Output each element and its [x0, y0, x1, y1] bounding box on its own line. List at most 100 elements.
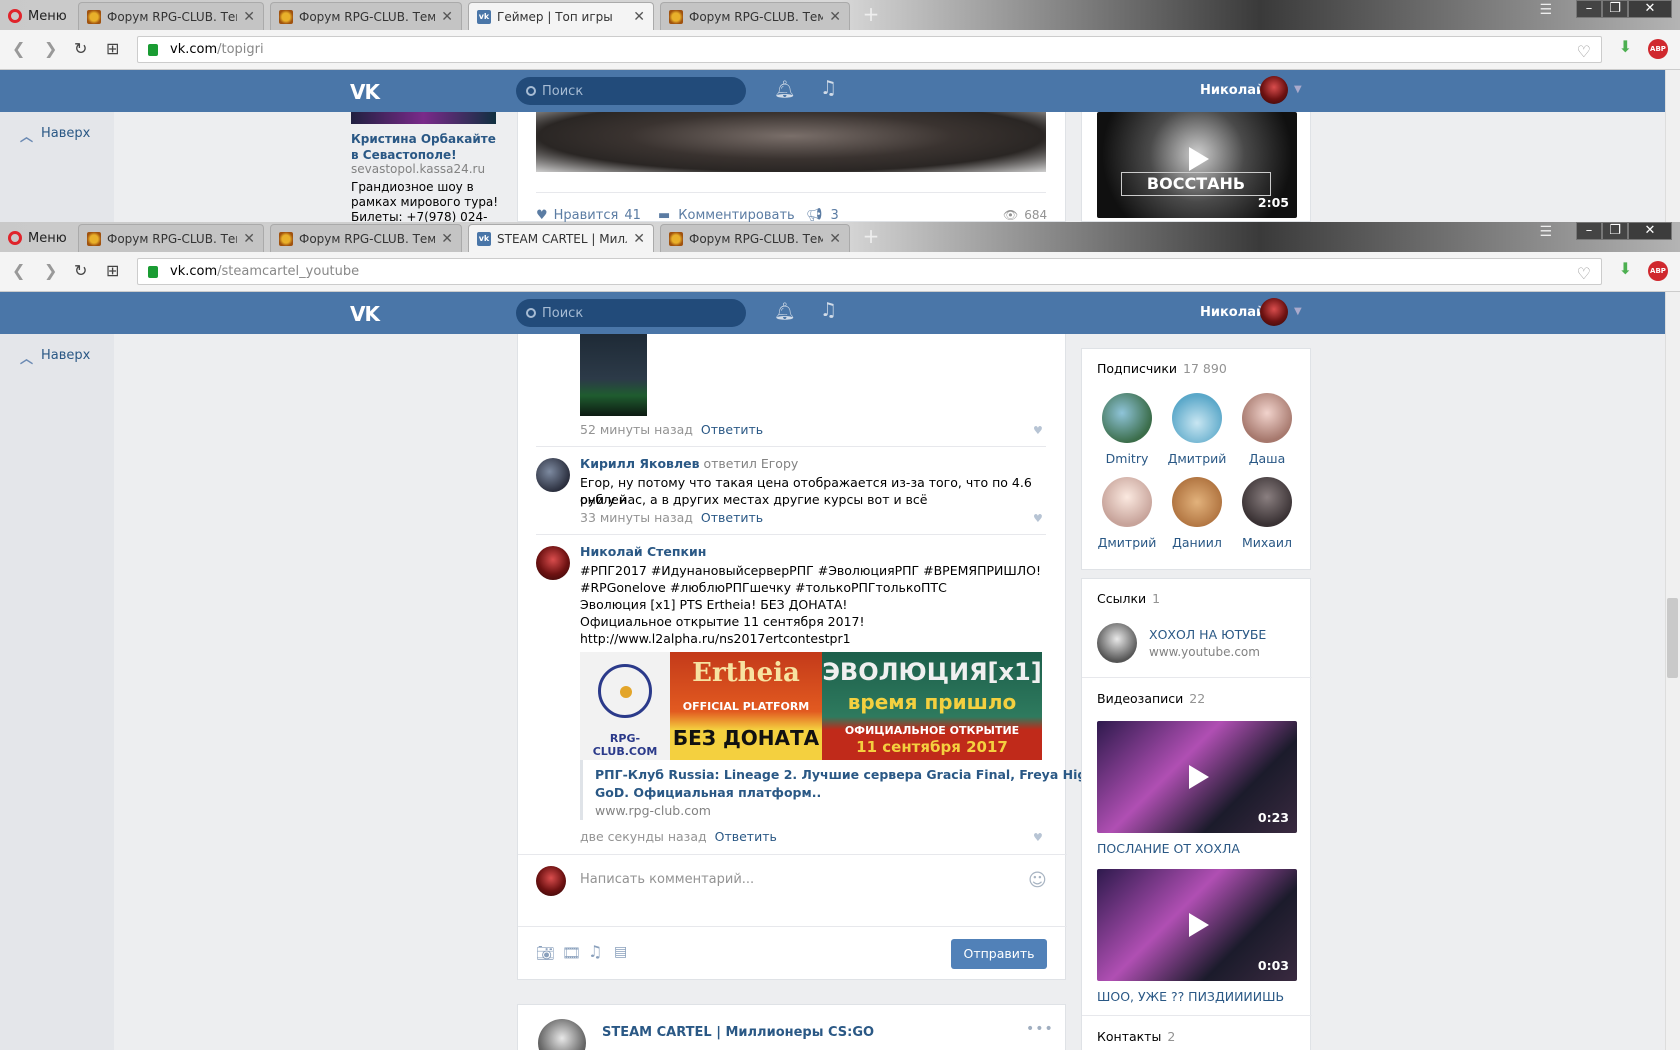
adblock-icon[interactable]: ABP	[1648, 39, 1668, 59]
tab[interactable]: Форум RPG-CLUB. Тема: З ✕	[270, 2, 462, 30]
comment-button[interactable]: ▬ Комментировать	[658, 208, 795, 222]
forward-icon[interactable]: ❯	[44, 39, 57, 58]
new-tab-button[interactable]: +	[860, 226, 882, 248]
link-snippet-domain[interactable]: www.rpg-club.com	[595, 803, 711, 818]
contacts-header[interactable]: Контакты 2	[1097, 1029, 1175, 1044]
close-window-icon[interactable]: ✕	[1628, 222, 1672, 240]
document-icon[interactable]: ▤	[614, 944, 627, 960]
back-icon[interactable]: ❮	[12, 39, 25, 58]
reply-link[interactable]: Ответить	[701, 422, 763, 437]
subscriber-name[interactable]: Даниил	[1162, 535, 1232, 550]
subscriber-avatar[interactable]	[1242, 477, 1292, 527]
vk-logo[interactable]: VK	[350, 302, 380, 326]
user-avatar[interactable]	[1260, 76, 1288, 104]
left-scroll-up-bar[interactable]: ︿ Наверх	[0, 334, 114, 1050]
music-icon[interactable]: ♫	[820, 77, 837, 99]
tab[interactable]: Форум RPG-CLUB. Тема: З ✕	[78, 2, 264, 30]
video-thumbnail[interactable]: 0:03	[1097, 869, 1297, 981]
adblock-icon[interactable]: ABP	[1648, 261, 1668, 281]
more-icon[interactable]: •••	[1026, 1021, 1054, 1037]
link-name[interactable]: ХОХОЛ НА ЮТУБЕ	[1149, 627, 1266, 642]
comment-time[interactable]: две секунды назад	[580, 829, 707, 844]
tab[interactable]: Форум RPG-CLUB. Тема: R ✕	[660, 2, 850, 30]
subscriber-name[interactable]: Dmitry	[1092, 451, 1162, 466]
left-scroll-up-bar[interactable]: ︿ Наверх	[0, 112, 114, 222]
close-tab-icon[interactable]: ✕	[243, 9, 255, 25]
download-icon[interactable]: ⬇	[1619, 259, 1632, 278]
ad-title[interactable]: Кристина Орбакайте в Севастополе!	[351, 131, 501, 163]
comment-replied-to[interactable]: ответил Егору	[703, 456, 798, 471]
subscriber-avatar[interactable]	[1102, 393, 1152, 443]
comment-image[interactable]	[580, 334, 647, 416]
video-title[interactable]: ПОСЛАНИЕ ОТ ХОХЛА	[1097, 841, 1240, 856]
send-button[interactable]: Отправить	[951, 939, 1047, 969]
post-author-avatar[interactable]	[538, 1019, 586, 1050]
search-input[interactable]: Поиск	[516, 77, 746, 105]
emoji-icon[interactable]: ☺	[1028, 870, 1047, 891]
tab-menu-icon[interactable]: ☰	[1539, 224, 1552, 240]
bookmark-heart-icon[interactable]: ♡	[1577, 264, 1591, 283]
forward-icon[interactable]: ❯	[44, 261, 57, 280]
heart-icon[interactable]: ♥	[1033, 424, 1043, 437]
tab[interactable]: Форум RPG-CLUB. Тема: З ✕	[270, 224, 462, 252]
comment-avatar[interactable]	[536, 546, 570, 580]
scrollbar[interactable]	[1665, 292, 1680, 1050]
comment-time[interactable]: 52 минуты назад	[580, 422, 693, 437]
heart-icon[interactable]: ♥	[1033, 512, 1043, 525]
ad-image[interactable]	[351, 112, 496, 124]
close-tab-icon[interactable]: ✕	[829, 231, 841, 247]
video-thumbnail[interactable]: ВОССТАНЬ 2:05	[1097, 112, 1297, 218]
minimize-icon[interactable]: –	[1576, 222, 1602, 240]
close-tab-icon[interactable]: ✕	[441, 231, 453, 247]
link-snippet-title[interactable]: GoD. Официальная платформ..	[595, 784, 821, 802]
opera-menu-button[interactable]: Меню	[8, 228, 67, 248]
speed-dial-icon[interactable]: ⊞	[106, 261, 119, 280]
vk-logo[interactable]: VK	[350, 80, 380, 104]
speed-dial-icon[interactable]: ⊞	[106, 39, 119, 58]
link-avatar[interactable]	[1097, 623, 1137, 663]
post-author-name[interactable]: STEAM CARTEL | Миллионеры CS:GO	[602, 1025, 874, 1040]
chevron-down-icon[interactable]: ▼	[1294, 306, 1302, 317]
bell-icon[interactable]: 🔔︎	[774, 80, 796, 100]
comment-avatar[interactable]	[536, 458, 570, 492]
comment-url[interactable]: http://www.l2alpha.ru/ns2017ertcontestpr…	[580, 630, 851, 647]
comment-input[interactable]: Написать комментарий...	[580, 872, 1050, 894]
scrollbar-thumb[interactable]	[1667, 598, 1678, 678]
scroll-up-button[interactable]: ︿ Наверх	[20, 126, 90, 145]
scroll-up-button[interactable]: ︿ Наверх	[20, 348, 90, 367]
subscriber-name[interactable]: Даша	[1232, 451, 1302, 466]
close-tab-icon[interactable]: ✕	[633, 9, 645, 25]
bookmark-heart-icon[interactable]: ♡	[1577, 42, 1591, 61]
subscriber-avatar[interactable]	[1102, 477, 1152, 527]
subscriber-avatar[interactable]	[1172, 393, 1222, 443]
videos-header[interactable]: Видеозаписи 22	[1097, 691, 1205, 706]
links-header[interactable]: Ссылки 1	[1097, 591, 1160, 606]
restore-icon[interactable]: ❐	[1602, 0, 1628, 18]
user-name[interactable]: Николай	[1200, 305, 1265, 320]
user-name[interactable]: Николай	[1200, 83, 1265, 98]
subscriber-avatar[interactable]	[1242, 393, 1292, 443]
minimize-icon[interactable]: –	[1576, 0, 1602, 18]
search-input[interactable]: Поиск	[516, 299, 746, 327]
post-image[interactable]	[536, 112, 1046, 172]
video-title[interactable]: ШОО, УЖЕ ?? ПИЗДИИИИШЬ	[1097, 989, 1284, 1004]
comment-time[interactable]: 33 минуты назад	[580, 510, 693, 525]
video-thumbnail[interactable]: 0:23	[1097, 721, 1297, 833]
tab-active[interactable]: vk Геймер | Топ игры ✕	[468, 2, 654, 30]
close-tab-icon[interactable]: ✕	[441, 9, 453, 25]
audio-icon[interactable]: ♫	[588, 942, 602, 961]
close-window-icon[interactable]: ✕	[1628, 0, 1672, 18]
reload-icon[interactable]: ↻	[74, 39, 87, 58]
scrollbar[interactable]	[1665, 70, 1680, 222]
comment-author[interactable]: Кирилл Яковлев	[580, 456, 700, 471]
download-icon[interactable]: ⬇	[1619, 37, 1632, 56]
reload-icon[interactable]: ↻	[74, 261, 87, 280]
back-icon[interactable]: ❮	[12, 261, 25, 280]
subscriber-name[interactable]: Дмитрий	[1162, 451, 1232, 466]
link-snippet-title[interactable]: РПГ-Клуб Russia: Lineage 2. Лучшие серве…	[595, 766, 1142, 784]
bell-icon[interactable]: 🔔︎	[774, 302, 796, 322]
comment-banner-image[interactable]: RPG-CLUB.COM Ertheia OFFICIAL PLATFORM Б…	[580, 652, 1042, 760]
tab[interactable]: Форум RPG-CLUB. Тема: R ✕	[660, 224, 850, 252]
share-button[interactable]: 📢︎ 3	[806, 208, 839, 222]
url-field[interactable]: vk.com/topigri ♡	[137, 36, 1602, 63]
